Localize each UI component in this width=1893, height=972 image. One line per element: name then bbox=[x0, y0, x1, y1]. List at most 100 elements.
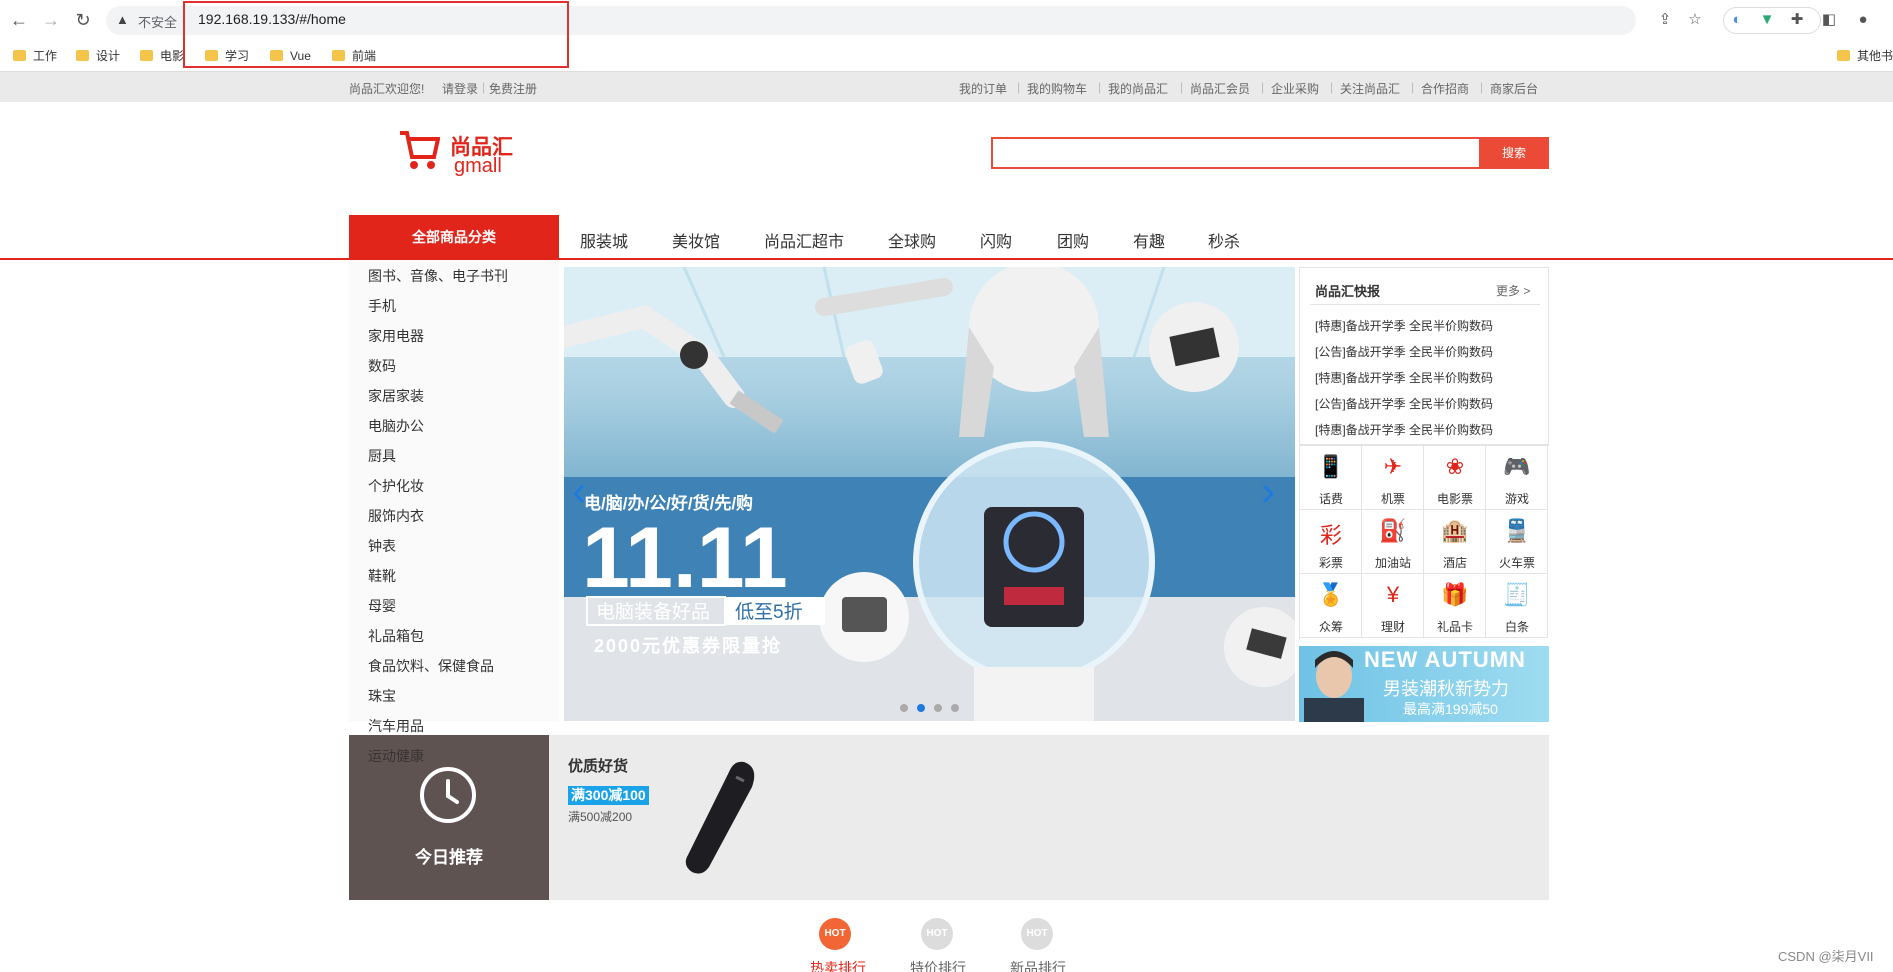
vacuum-product-image bbox=[685, 761, 755, 874]
topbar-link[interactable]: 关注尚品汇 bbox=[1340, 80, 1400, 97]
news-item[interactable]: [公告]备战开学季 全民半价购数码 bbox=[1315, 343, 1493, 360]
star-icon[interactable]: ☆ bbox=[1685, 10, 1705, 30]
carousel-dot[interactable] bbox=[951, 704, 959, 712]
service-phone[interactable]: 📱 话费 bbox=[1300, 446, 1362, 510]
nav-link[interactable]: 闪购 bbox=[980, 228, 1012, 252]
service-game[interactable]: 🎮 游戏 bbox=[1486, 446, 1548, 510]
highlight-box bbox=[183, 1, 569, 68]
topbar-link[interactable]: 尚品汇会员 bbox=[1190, 80, 1250, 97]
service-flight[interactable]: ✈ 机票 bbox=[1362, 446, 1424, 510]
login-link[interactable]: 请登录 bbox=[442, 80, 478, 97]
nav-link[interactable]: 美妆馆 bbox=[672, 228, 720, 252]
category-item[interactable]: 服饰内衣 bbox=[368, 506, 424, 526]
topbar-link[interactable]: 合作招商 bbox=[1421, 80, 1469, 97]
nav-link[interactable]: 有趣 bbox=[1133, 228, 1165, 252]
carousel-next-icon[interactable]: › bbox=[1261, 467, 1275, 515]
topbar-link[interactable]: 商家后台 bbox=[1490, 80, 1538, 97]
topbar-link[interactable]: 企业采购 bbox=[1271, 80, 1319, 97]
service-train[interactable]: 🚆 火车票 bbox=[1486, 510, 1548, 574]
other-bookmarks[interactable]: 其他书 bbox=[1837, 47, 1893, 65]
carousel-dot[interactable] bbox=[934, 704, 942, 712]
all-categories-button[interactable]: 全部商品分类 bbox=[349, 215, 559, 260]
banner-box-left: 电脑装备好品 bbox=[596, 601, 710, 623]
sidebar-icon[interactable]: ◧ bbox=[1819, 10, 1839, 30]
news-item[interactable]: [特惠]备战开学季 全民半价购数码 bbox=[1315, 369, 1493, 386]
recommend-subtitle: 满500减200 bbox=[568, 810, 633, 824]
hot-tab-badge[interactable]: HOT bbox=[819, 918, 851, 950]
bookmark-folder[interactable]: 设计 bbox=[76, 47, 120, 65]
bookmark-folder[interactable]: 电影 bbox=[140, 47, 184, 65]
finance-icon: ¥ bbox=[1386, 582, 1400, 607]
nav-link[interactable]: 团购 bbox=[1057, 228, 1089, 252]
service-crowdfunding[interactable]: 🏅 众筹 bbox=[1300, 574, 1362, 638]
logo-text-en: gmall bbox=[454, 155, 502, 177]
nav-link[interactable]: 服装城 bbox=[580, 228, 628, 252]
ad-title-cn: 男装潮秋新势力 bbox=[1383, 679, 1509, 699]
category-item[interactable]: 食品饮料、保健食品 bbox=[368, 656, 494, 676]
service-credit[interactable]: 🧾 白条 bbox=[1486, 574, 1548, 638]
service-hotel[interactable]: 🏨 酒店 bbox=[1424, 510, 1486, 574]
hot-tab-label[interactable]: 新品排行 bbox=[1010, 958, 1066, 972]
category-list: 图书、音像、电子书刊 手机 家用电器 数码 家居家装 电脑办公 厨具 个护化妆 … bbox=[349, 260, 559, 734]
topbar-link[interactable]: 我的尚品汇 bbox=[1108, 80, 1168, 97]
profile-icon[interactable]: ● bbox=[1853, 10, 1873, 30]
news-more-link[interactable]: 更多 > bbox=[1496, 282, 1530, 299]
bookmark-folder[interactable]: 工作 bbox=[13, 47, 57, 65]
category-item[interactable]: 汽车用品 bbox=[368, 716, 424, 736]
carousel-dot[interactable] bbox=[900, 704, 908, 712]
category-item[interactable]: 家居家装 bbox=[368, 386, 424, 406]
service-movie[interactable]: ❀ 电影票 bbox=[1424, 446, 1486, 510]
category-item[interactable]: 鞋靴 bbox=[368, 566, 396, 586]
forward-icon[interactable]: → bbox=[40, 9, 62, 31]
reload-icon[interactable]: ↻ bbox=[72, 9, 94, 31]
nav-link[interactable]: 尚品汇超市 bbox=[764, 228, 844, 252]
topbar-link[interactable]: 我的购物车 bbox=[1027, 80, 1087, 97]
search-input[interactable] bbox=[991, 137, 1481, 169]
carousel-dot[interactable] bbox=[917, 704, 925, 712]
news-item[interactable]: [特惠]备战开学季 全民半价购数码 bbox=[1315, 421, 1493, 438]
category-item[interactable]: 手机 bbox=[368, 296, 396, 316]
news-panel: 尚品汇快报 更多 > [特惠]备战开学季 全民半价购数码 [公告]备战开学季 全… bbox=[1299, 267, 1549, 445]
nav-link[interactable]: 秒杀 bbox=[1208, 228, 1240, 252]
category-item[interactable]: 图书、音像、电子书刊 bbox=[368, 266, 508, 286]
puzzle-icon[interactable]: ✚ bbox=[1787, 10, 1807, 30]
category-item[interactable]: 个护化妆 bbox=[368, 476, 424, 496]
share-icon[interactable]: ⇪ bbox=[1655, 10, 1675, 30]
hotel-icon: 🏨 bbox=[1441, 518, 1469, 543]
category-item[interactable]: 数码 bbox=[368, 356, 396, 376]
vue-devtools-icon[interactable]: ▼ bbox=[1757, 10, 1777, 30]
category-item[interactable]: 珠宝 bbox=[368, 686, 396, 706]
site-logo[interactable]: 尚品汇 gmall bbox=[398, 127, 518, 185]
hot-tab-badge[interactable]: HOT bbox=[921, 918, 953, 950]
carousel-prev-icon[interactable]: ‹ bbox=[572, 467, 586, 515]
folder-icon bbox=[13, 50, 26, 61]
hot-tab-label[interactable]: 特价排行 bbox=[910, 958, 966, 972]
news-item[interactable]: [公告]备战开学季 全民半价购数码 bbox=[1315, 395, 1493, 412]
service-finance[interactable]: ¥ 理财 bbox=[1362, 574, 1424, 638]
back-icon[interactable]: ← bbox=[8, 9, 30, 31]
hot-tab-badge[interactable]: HOT bbox=[1021, 918, 1053, 950]
nav-link[interactable]: 全球购 bbox=[888, 228, 936, 252]
category-item[interactable]: 厨具 bbox=[368, 446, 396, 466]
service-gift-card[interactable]: 🎁 礼品卡 bbox=[1424, 574, 1486, 638]
category-item[interactable]: 礼品箱包 bbox=[368, 626, 424, 646]
register-link[interactable]: 免费注册 bbox=[489, 80, 537, 97]
recommend-item[interactable]: 优质好货 满300减100 满500减200 bbox=[549, 735, 1549, 900]
service-gas[interactable]: ⛽ 加油站 bbox=[1362, 510, 1424, 574]
banner-carousel[interactable]: 电/脑/办/公/好/货/先/购 11.11 电脑装备好品 低至5折 2000元优… bbox=[564, 267, 1295, 721]
category-item[interactable]: 母婴 bbox=[368, 596, 396, 616]
film-icon: ❀ bbox=[1445, 454, 1465, 479]
service-lottery[interactable]: 彩彩票 bbox=[1300, 510, 1362, 574]
search-button[interactable]: 搜索 bbox=[1479, 137, 1549, 169]
autumn-ad-banner[interactable]: NEW AUTUMN 男装潮秋新势力 最高满199减50 bbox=[1299, 646, 1549, 722]
category-item[interactable]: 电脑办公 bbox=[368, 416, 424, 436]
category-item[interactable]: 运动健康 bbox=[368, 746, 424, 766]
watermark: CSDN @柒月VII bbox=[1778, 949, 1874, 964]
category-item[interactable]: 钟表 bbox=[368, 536, 396, 556]
news-item[interactable]: [特惠]备战开学季 全民半价购数码 bbox=[1315, 317, 1493, 334]
category-item[interactable]: 家用电器 bbox=[368, 326, 424, 346]
hot-tab-label[interactable]: 热卖排行 bbox=[810, 958, 866, 972]
translate-extension-icon[interactable]: ◐ bbox=[1727, 10, 1747, 30]
topbar-link[interactable]: 我的订单 bbox=[959, 80, 1007, 97]
banner-artwork: 电/脑/办/公/好/货/先/购 11.11 电脑装备好品 低至5折 2000元优… bbox=[564, 267, 1295, 721]
